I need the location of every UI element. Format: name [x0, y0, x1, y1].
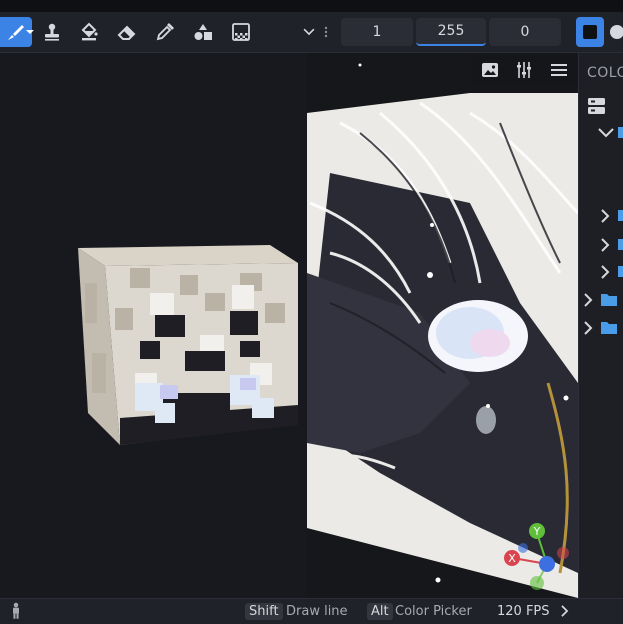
- chevron-right-icon: [601, 265, 610, 279]
- more-options-button[interactable]: [318, 17, 334, 47]
- svg-text:Y: Y: [533, 525, 541, 538]
- menu-button[interactable]: [550, 61, 568, 79]
- z-axis-handle: [539, 556, 555, 572]
- viewport-canvas: Y X: [78, 53, 578, 598]
- alt-action-label: Color Picker: [395, 604, 472, 619]
- fps-counter: 120 FPS: [497, 604, 550, 619]
- svg-text:X: X: [508, 552, 516, 565]
- alt-key-badge: Alt: [367, 603, 393, 620]
- folder-icon: [618, 127, 623, 138]
- 3d-viewport[interactable]: Y X: [0, 53, 578, 598]
- chevron-right-icon: [584, 321, 593, 335]
- adjust-button[interactable]: [515, 61, 533, 79]
- value-field-2[interactable]: 255: [416, 18, 486, 46]
- paint-toolbar: 1 255 0: [0, 12, 623, 53]
- folder-icon: [618, 239, 623, 250]
- image-controls: [473, 55, 576, 85]
- title-strip: [0, 0, 623, 12]
- shift-key-badge: Shift: [245, 603, 283, 620]
- voxel-head-model[interactable]: [78, 245, 298, 445]
- value-field-3[interactable]: 0: [489, 18, 561, 46]
- gradient-tool-button[interactable]: [226, 17, 256, 47]
- color-picker-tool-button[interactable]: [150, 17, 180, 47]
- chevron-right-icon: [601, 238, 610, 252]
- database-icon: [588, 98, 605, 114]
- brush-icon: [8, 25, 24, 40]
- color-panel: COLO: [578, 53, 623, 598]
- gradient-icon: [232, 23, 250, 41]
- folder-icon: [601, 294, 617, 306]
- person-icon[interactable]: [10, 602, 22, 620]
- eraser-tool-button[interactable]: [112, 17, 142, 47]
- outliner-list: [584, 98, 623, 335]
- chevron-down-icon: [303, 28, 315, 36]
- eraser-icon: [117, 25, 136, 40]
- shift-action-label: Draw line: [286, 604, 348, 619]
- fill-tool-button[interactable]: [74, 17, 104, 47]
- chevron-down-icon: [598, 128, 614, 138]
- image-icon: [482, 63, 499, 77]
- folder-icon: [601, 322, 617, 334]
- shape-tool-button[interactable]: [188, 17, 218, 47]
- chevron-right-icon: [584, 293, 593, 307]
- fill-bucket-icon: [81, 22, 98, 41]
- eyedropper-icon: [156, 23, 174, 41]
- menu-icon: [550, 64, 567, 76]
- square-icon: [583, 25, 597, 39]
- folder-icon: [618, 266, 623, 277]
- status-bar: Shift Draw line Alt Color Picker 120 FPS: [0, 598, 623, 624]
- stamp-tool-button[interactable]: [37, 17, 67, 47]
- chevron-down-icon: [26, 30, 34, 34]
- circle-shape-toggle[interactable]: [610, 25, 623, 39]
- chevron-right-icon: [601, 209, 610, 223]
- shapes-icon: [194, 24, 212, 40]
- reference-image[interactable]: [307, 53, 578, 598]
- square-shape-toggle[interactable]: [576, 17, 604, 47]
- adjust-icon: [517, 62, 532, 78]
- chevron-right-icon[interactable]: [560, 605, 569, 617]
- value-field-1[interactable]: 1: [341, 18, 413, 46]
- stamp-icon: [45, 23, 59, 41]
- brush-options-chevron[interactable]: [24, 17, 36, 47]
- folder-icon: [618, 210, 623, 221]
- image-button[interactable]: [481, 61, 499, 79]
- more-icon: [324, 26, 328, 38]
